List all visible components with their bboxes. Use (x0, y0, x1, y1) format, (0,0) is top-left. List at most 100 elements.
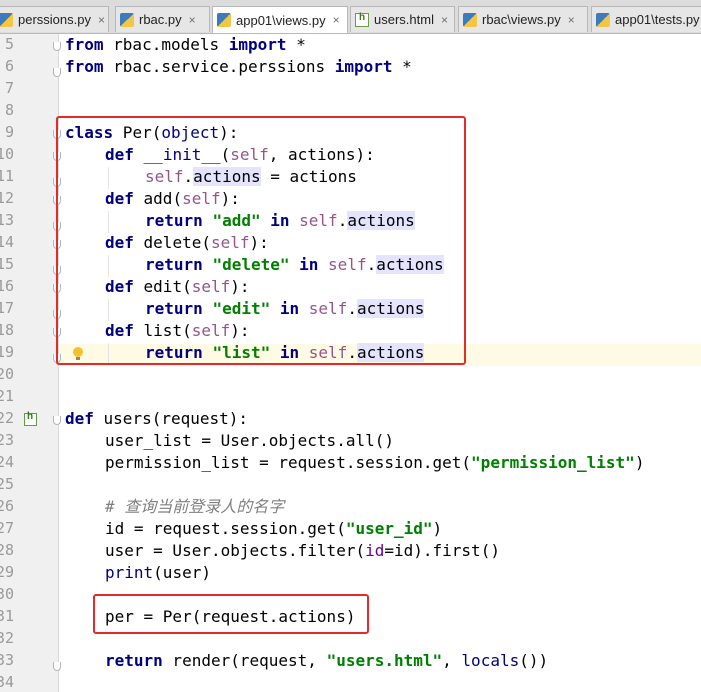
code-line-23[interactable]: user_list = User.objects.all() (105, 430, 394, 452)
line-number: 13 (0, 211, 15, 229)
keyword: from (65, 35, 104, 54)
code-text: users(request): (93, 409, 249, 428)
html-file-icon (355, 12, 369, 27)
line-number: 6 (4, 57, 14, 75)
annotation-box-class (56, 116, 466, 365)
code-text: permission_list = request.session.get( (105, 453, 472, 472)
line-number: 25 (0, 475, 15, 493)
code-text: ) (432, 519, 443, 538)
python-file-icon (463, 12, 477, 27)
builtin: print (105, 563, 154, 582)
tab-label: rbac.py (139, 12, 182, 27)
code-text: user_list = User.objects.all() (105, 431, 394, 450)
code-text: =id).first() (384, 541, 500, 560)
code-text: id = request.session.get( (105, 519, 346, 538)
fold-marker-icon[interactable] (53, 42, 61, 51)
tab-label: app01\tests.py (615, 12, 700, 27)
code-line-29[interactable]: print(user) (105, 562, 211, 584)
line-number: 33 (0, 651, 15, 669)
line-number: 20 (0, 365, 15, 383)
close-icon[interactable]: × (441, 13, 448, 27)
html-template-link-icon[interactable] (24, 411, 37, 426)
line-number: 11 (0, 167, 15, 185)
tab-users-html[interactable]: users.html × (350, 6, 455, 32)
code-line-24[interactable]: permission_list = request.session.get("p… (105, 452, 644, 474)
line-number: 12 (0, 189, 15, 207)
line-number: 29 (0, 563, 15, 581)
code-text: rbac.models (103, 35, 229, 54)
line-number: 18 (0, 321, 15, 339)
code-text: ()) (519, 651, 549, 670)
keyword-argument: id (365, 541, 385, 560)
line-number: 31 (0, 607, 15, 625)
annotation-box-per (93, 594, 369, 634)
string-literal: "user_id" (345, 519, 433, 538)
keyword: def (65, 409, 94, 428)
python-file-icon (596, 12, 610, 27)
tab-app01-tests-py[interactable]: app01\tests.py (591, 6, 701, 32)
code-line-28[interactable]: user = User.objects.filter(id=id).first(… (105, 540, 500, 562)
close-icon[interactable]: × (568, 13, 575, 27)
line-number: 5 (4, 35, 14, 53)
editor-tab-bar: perssions.py × rbac.py × app01\views.py … (0, 0, 701, 34)
tab-rbac-py[interactable]: rbac.py × (115, 6, 210, 32)
line-number: 16 (0, 277, 15, 295)
fold-marker-icon[interactable] (53, 662, 61, 671)
line-number: 8 (4, 101, 14, 119)
line-number: 28 (0, 541, 15, 559)
code-line-27[interactable]: id = request.session.get("user_id") (105, 518, 442, 540)
comment: # 查询当前登录人的名字 (105, 497, 285, 516)
string-literal: "permission_list" (471, 453, 635, 472)
code-text: ) (634, 453, 645, 472)
tab-label: perssions.py (18, 12, 91, 27)
code-text: render(request, (162, 651, 327, 670)
tab-label: app01\views.py (236, 12, 326, 28)
close-icon[interactable]: × (333, 13, 340, 27)
close-icon[interactable]: × (189, 13, 196, 27)
builtin: locals (461, 651, 520, 670)
line-number: 21 (0, 387, 15, 405)
line-number: 15 (0, 255, 15, 273)
code-line-22[interactable]: def users(request): (65, 408, 248, 430)
string-literal: "users.html" (326, 651, 443, 670)
fold-marker-icon[interactable] (53, 68, 61, 77)
line-number: 22 (0, 409, 15, 427)
line-number: 26 (0, 497, 15, 515)
code-line-6[interactable]: from rbac.service.perssions import * (65, 56, 412, 78)
tab-label: users.html (374, 12, 434, 27)
line-number: 19 (0, 343, 15, 361)
python-file-icon (0, 12, 13, 27)
code-text: * (392, 57, 412, 76)
line-number: 32 (0, 629, 15, 647)
keyword: return (105, 651, 163, 670)
line-number: 34 (0, 673, 15, 691)
python-file-icon (217, 13, 231, 27)
line-number: 7 (4, 79, 14, 97)
line-number: 17 (0, 299, 15, 317)
tab-perssions-py[interactable]: perssions.py × (0, 6, 109, 32)
keyword: import (334, 57, 393, 76)
line-number: 27 (0, 519, 15, 537)
line-number: 14 (0, 233, 15, 251)
keyword: from (65, 57, 104, 76)
line-number: 24 (0, 453, 15, 471)
code-text: , (442, 651, 462, 670)
code-line-33[interactable]: return render(request, "users.html", loc… (105, 650, 548, 672)
line-number: 30 (0, 585, 15, 603)
tab-rbac-views-py[interactable]: rbac\views.py × (458, 6, 588, 32)
code-text: (user) (153, 563, 211, 582)
code-line-5[interactable]: from rbac.models import * (65, 34, 306, 56)
line-number: 9 (4, 123, 14, 141)
keyword: import (228, 35, 287, 54)
line-number: 23 (0, 431, 15, 449)
tab-label: rbac\views.py (482, 12, 561, 27)
tab-app01-views-py[interactable]: app01\views.py × (212, 6, 348, 33)
code-text: * (286, 35, 306, 54)
code-line-26[interactable]: # 查询当前登录人的名字 (105, 496, 284, 518)
line-number: 10 (0, 145, 15, 163)
code-text: rbac.service.perssions (103, 57, 335, 76)
fold-marker-icon[interactable] (53, 416, 61, 425)
python-file-icon (120, 12, 134, 27)
close-icon[interactable]: × (98, 13, 105, 27)
code-text: user = User.objects.filter( (105, 541, 366, 560)
